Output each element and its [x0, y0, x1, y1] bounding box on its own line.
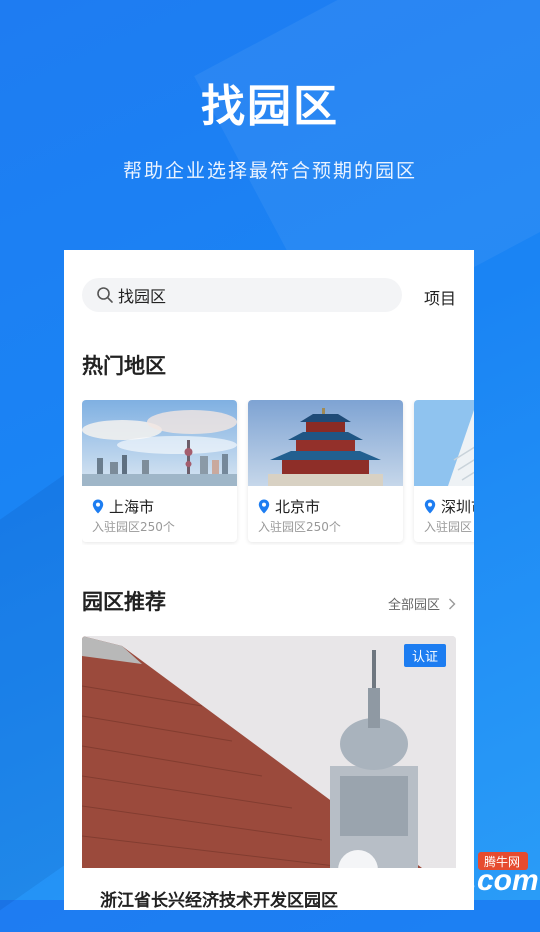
- temple-of-heaven-image: [248, 400, 403, 486]
- park-photo: [82, 636, 456, 868]
- region-name: 上海市: [92, 496, 154, 517]
- search-value: 找园区: [118, 287, 167, 306]
- location-pin-icon: [258, 499, 270, 514]
- region-park-count: 入驻园区250个: [258, 520, 341, 534]
- certified-badge: 认证: [403, 644, 446, 667]
- region-label: 深圳市: [441, 498, 474, 516]
- park-name: 浙江省长兴经济技术开发区园区: [100, 891, 338, 910]
- region-name: 深圳市: [424, 496, 474, 517]
- region-park-count: 入驻园区: [424, 520, 473, 534]
- shanghai-skyline-image: [82, 400, 237, 486]
- content-card: 找园区 项目 热门地区 上海市 入驻园区250个 北京市 入驻园区250个 深圳…: [64, 250, 474, 910]
- location-pin-icon: [424, 499, 436, 514]
- page-subtitle: 帮助企业选择最符合预期的园区: [122, 160, 417, 182]
- project-tab[interactable]: 项目: [424, 285, 456, 309]
- shenzhen-building-image: [414, 400, 474, 486]
- region-name: 北京市: [258, 496, 320, 517]
- watermark-tag: 腾牛网: [484, 854, 520, 869]
- region-card-beijing[interactable]: 北京市 入驻园区250个: [248, 400, 403, 542]
- region-label: 北京市: [275, 498, 321, 516]
- region-card-shanghai[interactable]: 上海市 入驻园区250个: [82, 400, 237, 542]
- region-park-count: 入驻园区250个: [92, 520, 175, 534]
- all-parks-link[interactable]: 全部园区: [388, 594, 456, 613]
- recommend-title: 园区推荐: [82, 590, 166, 614]
- search-icon: [97, 287, 113, 303]
- hot-regions-list: 上海市 入驻园区250个 北京市 入驻园区250个 深圳 入驻园区: [82, 400, 474, 545]
- search-input[interactable]: 找园区: [82, 278, 402, 312]
- watermark-logo: QQTN.com 腾牛网: [338, 850, 539, 897]
- location-pin-icon: [92, 499, 104, 514]
- page-title: 找园区: [201, 81, 339, 132]
- region-label: 上海市: [109, 498, 155, 516]
- hot-regions-title: 热门地区: [82, 354, 166, 378]
- chevron-right-icon: [449, 598, 456, 609]
- all-parks-label: 全部园区: [387, 598, 440, 613]
- region-card-shenzhen[interactable]: 深圳市 入驻园区: [414, 400, 474, 542]
